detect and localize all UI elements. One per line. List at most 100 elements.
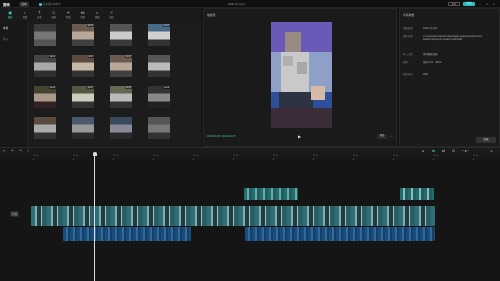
window-controls: Pro 导出 – □ × <box>448 1 496 6</box>
media-thumbnail[interactable] <box>34 117 56 139</box>
media-thumbnail-image <box>34 55 56 77</box>
media-thumbnail[interactable]: 00:11 <box>72 55 94 77</box>
effect-clip[interactable] <box>244 188 298 200</box>
media-thumbnail-image <box>34 24 56 46</box>
media-thumbnail-image <box>72 117 94 139</box>
mic-icon[interactable]: ● <box>422 149 424 153</box>
text-icon: T <box>37 9 41 15</box>
details-value: 0430 (1).mp4 <box>423 27 438 30</box>
player-timecode: 00:00:04:15 / 00:00:21:07 <box>207 135 236 138</box>
media-grid: 00:21 00:05 00:10 00:11 00:21 00:04 00:07 00:12… <box>28 21 201 147</box>
media-thumbnail-image <box>148 86 170 108</box>
media-thumbnail[interactable]: 00:21 <box>72 24 94 46</box>
adjust-icon: ≡ <box>110 9 113 15</box>
pro-badge[interactable]: Pro <box>448 1 460 6</box>
tab-transition[interactable]: ⋈ 转场 <box>76 8 91 21</box>
media-thumbnail[interactable]: 00:05 <box>148 24 170 46</box>
media-thumbnail-image <box>148 55 170 77</box>
media-thumbnail-image <box>110 24 132 46</box>
ruler-tick-label: 00:50 <box>433 154 439 157</box>
sidebar-item-local[interactable]: 本地 <box>3 26 8 30</box>
preview-axis-icon[interactable]: ⊟ <box>452 149 455 153</box>
tab-label: 音频 <box>22 17 28 20</box>
media-thumbnail[interactable] <box>110 117 132 139</box>
tab-label: 滤镜 <box>94 17 100 20</box>
tab-sticker[interactable]: ☺ 贴纸 <box>47 8 62 21</box>
ruler-tick-label: 00:25 <box>233 154 239 157</box>
video-preview[interactable] <box>271 22 332 128</box>
cover-button[interactable]: 封面 <box>10 211 19 217</box>
effect-clip[interactable] <box>400 188 434 200</box>
split-icon[interactable]: ⌶ <box>27 149 29 153</box>
redo-icon[interactable]: ↷ <box>19 149 22 153</box>
play-icon[interactable]: ▶ <box>298 134 301 139</box>
zoom-slider[interactable]: ─●─ <box>462 149 469 153</box>
media-thumbnail-image <box>148 24 170 46</box>
undo-icon[interactable]: ↶ <box>11 149 14 153</box>
media-duration: 00:11 <box>87 55 94 58</box>
ruler-tick-label: 00:00 <box>33 154 39 157</box>
media-thumbnail-image <box>110 55 132 77</box>
audio-clip[interactable] <box>245 227 435 241</box>
details-value: 素材跟随草稿 <box>423 53 438 56</box>
details-panel: 草稿参数 草稿名称: 0430 (1).mp4 保存位置: C:/Users/Adm… <box>399 8 500 147</box>
tab-audio[interactable]: ♪ 音频 <box>18 8 33 21</box>
tab-text[interactable]: T 文本 <box>32 8 47 21</box>
media-thumbnail-image <box>72 86 94 108</box>
export-button[interactable]: 导出 <box>463 1 475 6</box>
minimize-icon[interactable]: – <box>478 2 482 6</box>
effects-icon: ✦ <box>66 9 70 15</box>
ruler-tick-label: 00:55 <box>473 154 479 157</box>
video-preview-image <box>271 22 332 128</box>
playhead[interactable] <box>94 152 95 281</box>
ruler-tick-label: 00:40 <box>353 154 359 157</box>
tab-adjust[interactable]: ≡ 调节 <box>105 8 120 21</box>
select-tool-icon[interactable]: ↖ <box>3 149 6 153</box>
ratio-button[interactable]: 原始 <box>377 134 387 139</box>
media-duration: 00:12 <box>125 86 132 89</box>
tab-effects[interactable]: ✦ 特效 <box>61 8 76 21</box>
media-thumbnail[interactable]: 00:21 <box>110 55 132 77</box>
snap-icon[interactable]: ⇄ <box>442 149 445 153</box>
autosave-text: 自动保存本地中 <box>42 3 61 6</box>
playhead-handle[interactable] <box>92 152 97 156</box>
media-thumbnail-image <box>148 117 170 139</box>
close-icon[interactable]: × <box>492 2 496 6</box>
tab-filter[interactable]: ◐ 滤镜 <box>90 8 105 21</box>
tab-media[interactable]: ▣ 媒体 <box>3 8 18 21</box>
details-value: 竖屏 9:16 · 30fps <box>423 61 442 64</box>
media-thumbnail[interactable]: 00:04 <box>34 86 56 108</box>
maximize-icon[interactable]: □ <box>485 2 489 6</box>
ruler-tick-label: 00:20 <box>193 154 199 157</box>
effect-clip-thumbnails <box>400 188 434 200</box>
media-thumbnail[interactable]: 00:12 <box>110 86 132 108</box>
app-logo: 剪映 <box>3 2 10 7</box>
media-thumbnail[interactable] <box>148 117 170 139</box>
fit-icon[interactable]: ▭ <box>490 149 493 153</box>
media-thumbnail-image <box>110 86 132 108</box>
ruler-tick-label: 00:30 <box>273 154 279 157</box>
modify-button[interactable]: 修改 <box>476 137 496 143</box>
main-video-clip[interactable] <box>31 206 435 226</box>
media-thumbnail[interactable] <box>34 24 56 46</box>
media-duration: 00:10 <box>49 55 56 58</box>
media-sidebar: 本地 导入 <box>0 21 28 147</box>
media-duration: 00:04 <box>49 86 56 89</box>
media-thumbnail[interactable] <box>72 117 94 139</box>
media-duration: 00:05 <box>163 24 170 27</box>
media-thumbnail[interactable]: 00:07 <box>72 86 94 108</box>
media-thumbnail[interactable]: 00:10 <box>34 55 56 77</box>
ruler-tick-label: 00:45 <box>393 154 399 157</box>
autosave-status: 自动保存本地中 <box>39 2 61 6</box>
tab-label: 调节 <box>109 17 115 20</box>
ruler-tick-label: 00:35 <box>313 154 319 157</box>
media-thumbnail[interactable] <box>110 24 132 46</box>
audio-clip[interactable] <box>63 227 191 241</box>
link-icon[interactable]: ⇆ <box>432 149 435 153</box>
fullscreen-icon[interactable]: ⛶ <box>390 134 392 138</box>
media-thumbnail[interactable] <box>148 55 170 77</box>
sidebar-item-import[interactable]: 导入 <box>3 37 8 41</box>
media-thumbnail[interactable]: 00:08 <box>148 86 170 108</box>
menu-button[interactable]: 菜单 <box>19 1 29 7</box>
media-thumbnail-image <box>34 86 56 108</box>
